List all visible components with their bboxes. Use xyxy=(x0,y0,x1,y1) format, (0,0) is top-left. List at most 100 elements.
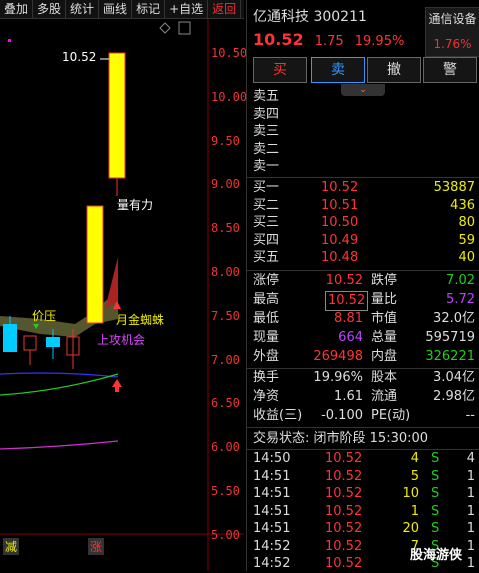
window-toggle-icon[interactable] xyxy=(178,21,191,35)
stats-row: 涨停 10.52 跌停 7.02 xyxy=(253,272,478,290)
tick-time: 14:52 xyxy=(253,538,291,554)
y-tick-label: 8.00 xyxy=(211,265,240,279)
stat-value: 1.61 xyxy=(334,389,363,404)
buy-level-volume: 436 xyxy=(450,197,475,213)
ma-green-line xyxy=(0,373,119,396)
tick-side: S xyxy=(431,503,440,519)
stat-label: 市值 xyxy=(371,311,398,326)
tick-time: 14:51 xyxy=(253,503,291,519)
tick-price: 10.52 xyxy=(325,486,363,501)
y-tick-label: 9.50 xyxy=(211,133,240,148)
add-watchlist-button[interactable]: +自选 xyxy=(165,0,209,18)
stat-value: 326221 xyxy=(425,349,475,364)
sell-level-row[interactable]: 卖四 xyxy=(253,106,478,124)
buy-level-row[interactable]: 买五 10.48 40 xyxy=(253,249,478,267)
back-button[interactable]: 返回 xyxy=(208,0,242,18)
sell-level-label: 卖二 xyxy=(253,141,280,157)
price-pressure-annotation: 价压 xyxy=(32,309,57,323)
divider xyxy=(247,177,479,178)
spider-wedge xyxy=(105,257,118,309)
trade-status-label: 交易状态: xyxy=(253,431,310,446)
statistics-button[interactable]: 统计 xyxy=(66,0,100,18)
last-price: 10.52 xyxy=(253,30,304,49)
buy-level-row[interactable]: 买一 10.52 53887 xyxy=(253,179,478,197)
buy-level-volume: 40 xyxy=(458,250,475,265)
sell-level-row[interactable]: 卖一 xyxy=(253,158,478,176)
rise-marker: 涨 xyxy=(88,538,105,555)
candle xyxy=(3,324,17,352)
stat-label: 外盘 xyxy=(253,349,280,364)
spider-annotation: 月金蜘蛛 xyxy=(116,313,165,327)
stat-value: 10.52 xyxy=(325,291,369,311)
stat-value: 10.52 xyxy=(325,273,363,288)
kline-chart[interactable]: 10.50 10.00 9.50 9.00 8.50 8.00 7.50 7.00 6.50 6.… xyxy=(0,19,248,571)
y-tick-label: 7.00 xyxy=(211,352,240,367)
multi-stock-button[interactable]: 多股 xyxy=(33,0,67,18)
tick-volume: 1 xyxy=(410,503,419,519)
tick-side: S xyxy=(431,521,440,536)
stat-value: -- xyxy=(465,408,475,423)
draw-line-button[interactable]: 画线 xyxy=(99,0,133,18)
divider xyxy=(247,270,479,271)
alert-button[interactable]: 警 xyxy=(423,57,477,83)
sell-level-label: 卖五 xyxy=(253,89,280,104)
reduce-marker: 减 xyxy=(3,538,20,555)
buy-level-price: 10.49 xyxy=(321,232,359,248)
trade-status-value: 闭市阶段 15:30:00 xyxy=(313,431,429,446)
mark-button[interactable]: 标记 xyxy=(132,0,166,18)
tick-time: 14:52 xyxy=(253,556,291,571)
sell-button[interactable]: 卖 xyxy=(311,57,365,83)
stat-label: 现量 xyxy=(253,330,280,345)
sell-level-row[interactable]: 卖三 xyxy=(253,123,478,141)
y-tick-label: 9.00 xyxy=(211,177,240,192)
watermark-text: 股海游侠 xyxy=(410,548,463,563)
stat-value: 595719 xyxy=(425,330,475,345)
stat-label: 涨停 xyxy=(253,273,280,288)
tick-price: 10.52 xyxy=(325,451,363,466)
buy-level-volume: 80 xyxy=(458,215,475,230)
tick-price: 10.52 xyxy=(325,468,363,484)
stat-value: 19.96% xyxy=(313,370,363,385)
stat-label: 最高 xyxy=(253,292,280,307)
buy-button[interactable]: 买 xyxy=(253,57,307,83)
tick-count: 1 xyxy=(466,503,475,519)
tick-volume: 4 xyxy=(410,451,419,466)
sell-level-row[interactable]: 卖五 xyxy=(253,88,478,106)
tick-row: 14:51 10.52 20 S 1 xyxy=(253,520,478,538)
divider xyxy=(247,427,479,428)
stock-code: 300211 xyxy=(313,9,367,25)
stat-label: 量比 xyxy=(371,292,398,307)
tick-volume: 20 xyxy=(402,521,419,536)
buy-level-row[interactable]: 买三 10.50 80 xyxy=(253,214,478,232)
price-change: 1.75 xyxy=(314,34,344,49)
sell-level-row[interactable]: 卖二 xyxy=(253,141,478,159)
tick-time: 14:51 xyxy=(253,468,291,484)
stat-value: 269498 xyxy=(313,349,363,364)
buy-level-volume: 53887 xyxy=(433,180,475,195)
diamond-icon[interactable] xyxy=(159,22,171,34)
stat-label: 股本 xyxy=(371,370,398,385)
candle xyxy=(23,335,37,351)
price-change-pct: 19.95% xyxy=(354,34,405,49)
overlay-button[interactable]: 叠加 xyxy=(0,0,34,18)
stats-row: 现量 664 总量 595719 xyxy=(253,329,478,347)
buy-level-row[interactable]: 买四 10.49 59 xyxy=(253,232,478,250)
buy-level-label: 买二 xyxy=(253,197,280,213)
tick-price: 10.52 xyxy=(325,538,363,554)
tick-volume: 10 xyxy=(402,486,419,501)
ma-magenta-line xyxy=(0,440,119,450)
buy-level-price: 10.50 xyxy=(321,215,359,230)
tick-count: 1 xyxy=(466,521,475,536)
stat-label: 净资 xyxy=(253,389,280,404)
cancel-button[interactable]: 撤 xyxy=(367,57,421,83)
tick-side: S xyxy=(431,468,440,484)
sector-box[interactable]: 通信设备 1.76% xyxy=(425,7,479,57)
y-tick-label: 10.50 xyxy=(211,46,248,60)
sell-level-label: 卖一 xyxy=(253,159,280,174)
buy-level-row[interactable]: 买二 10.51 436 xyxy=(253,197,478,215)
limit-up-candle-2 xyxy=(108,52,126,179)
y-tick-label: 5.00 xyxy=(211,527,240,542)
trade-status: 交易状态: 闭市阶段 15:30:00 xyxy=(253,430,428,448)
y-tick-label: 8.50 xyxy=(211,221,240,236)
fundamentals-row: 收益(三) -0.100 PE(动) -- xyxy=(253,407,478,425)
